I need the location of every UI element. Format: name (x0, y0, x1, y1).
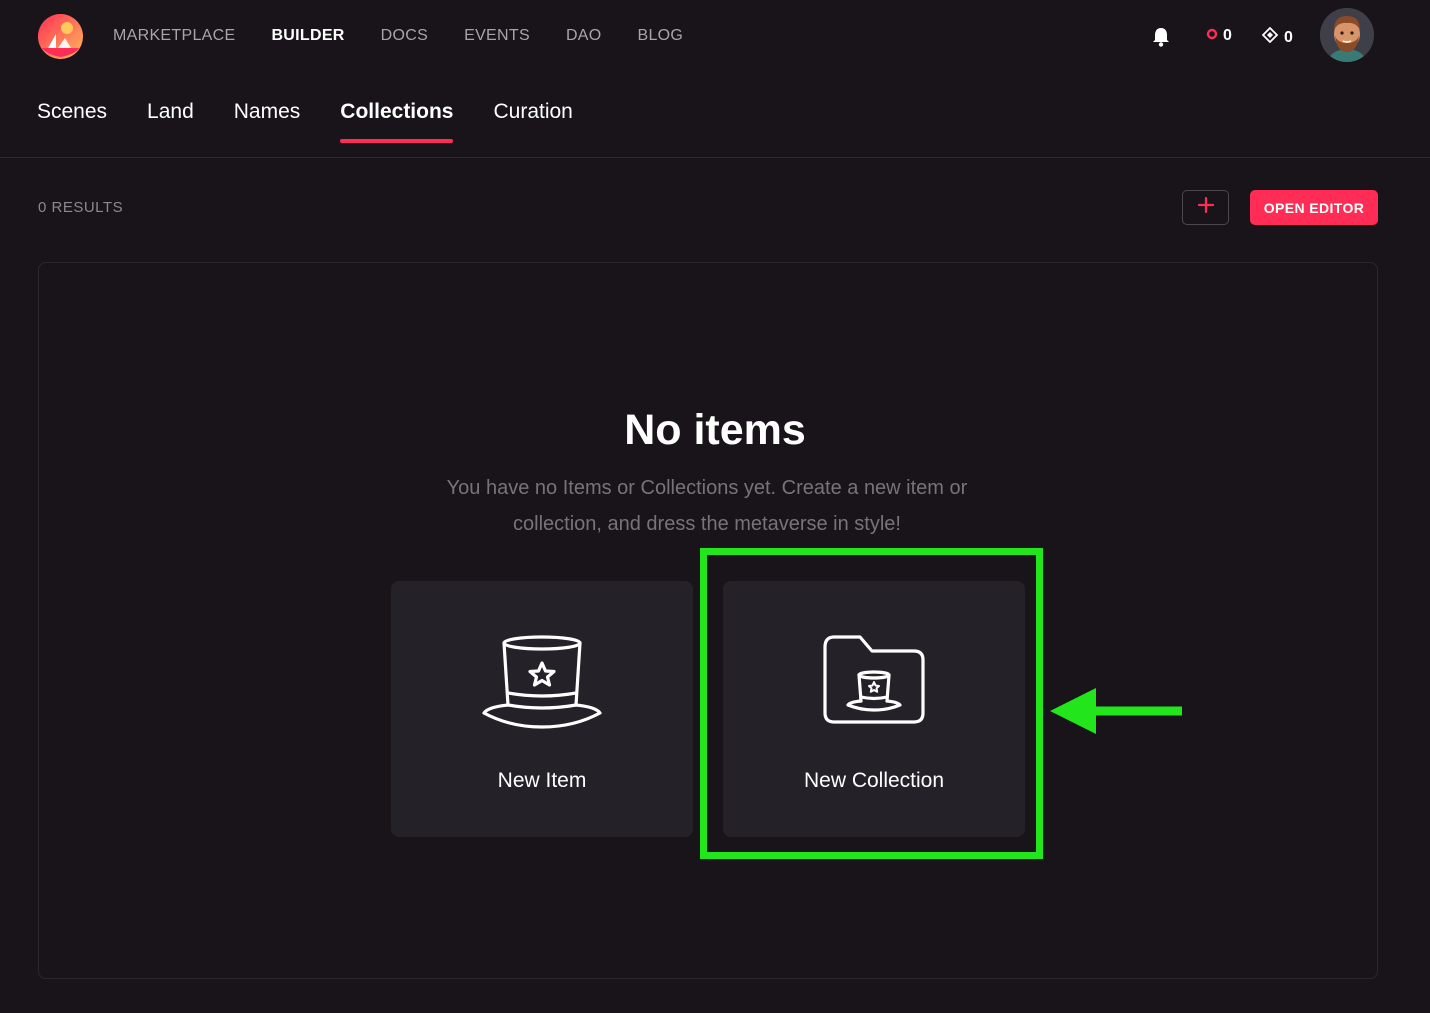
nav-events[interactable]: EVENTS (464, 27, 530, 45)
tab-land[interactable]: Land (147, 100, 194, 143)
nav-blog[interactable]: BLOG (638, 27, 684, 45)
mana-icon (1206, 27, 1218, 45)
mana-balance[interactable]: 0 (1206, 27, 1232, 45)
highlight-box (700, 548, 1043, 859)
nav-marketplace[interactable]: MARKETPLACE (113, 27, 235, 45)
plus-icon (1197, 196, 1214, 218)
open-editor-button[interactable]: OPEN EDITOR (1250, 190, 1378, 225)
tab-scenes[interactable]: Scenes (37, 100, 107, 143)
main-navigation: MARKETPLACE BUILDER DOCS EVENTS DAO BLOG (113, 27, 683, 45)
tab-collections[interactable]: Collections (340, 100, 454, 143)
new-item-card[interactable]: New Item (391, 581, 693, 837)
builder-tabs: Scenes Land Names Collections Curation (37, 100, 573, 143)
nav-docs[interactable]: DOCS (381, 27, 428, 45)
add-button[interactable] (1182, 190, 1229, 225)
tabs-divider (0, 157, 1430, 158)
results-count: 0 RESULTS (38, 199, 124, 216)
diamond-icon (1261, 26, 1279, 48)
arrow-left-icon (1046, 684, 1186, 738)
avatar[interactable] (1320, 8, 1374, 62)
new-item-label: New Item (497, 769, 587, 792)
nav-builder[interactable]: BUILDER (271, 27, 344, 45)
top-hat-icon (391, 633, 693, 729)
land-balance[interactable]: 0 (1261, 26, 1293, 48)
land-balance-value: 0 (1284, 28, 1293, 46)
bell-icon[interactable] (1150, 26, 1172, 48)
tab-names[interactable]: Names (234, 100, 301, 143)
tab-curation[interactable]: Curation (493, 100, 572, 143)
decentraland-logo[interactable] (38, 14, 83, 59)
mana-balance-value: 0 (1223, 27, 1232, 44)
nav-dao[interactable]: DAO (566, 27, 602, 45)
empty-state-title: No items (624, 406, 806, 454)
top-bar: MARKETPLACE BUILDER DOCS EVENTS DAO BLOG… (0, 0, 1430, 74)
empty-state-description: You have no Items or Collections yet. Cr… (446, 477, 968, 535)
